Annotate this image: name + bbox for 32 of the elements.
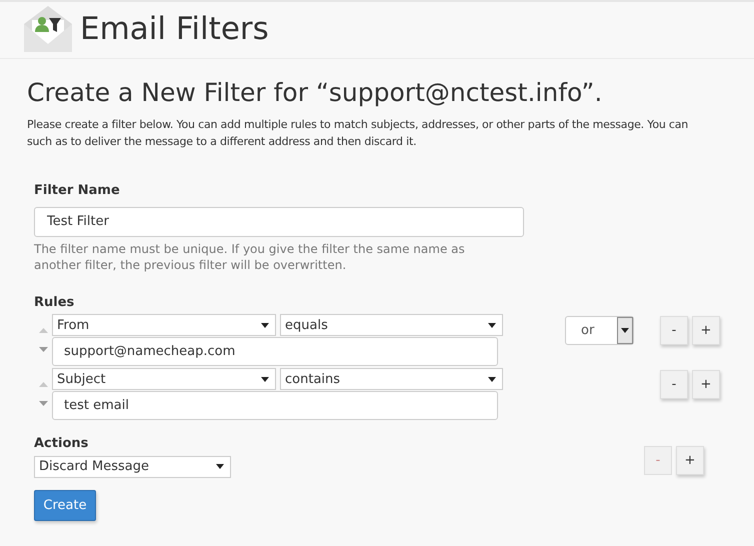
field-label: Rules xyxy=(34,294,74,312)
rule-value-field[interactable]: support@namecheap.com xyxy=(52,337,498,366)
help-text: The filter name must be unique. If you give the filter the same name as another filter, the previous filter will be overwritten. xyxy=(34,240,466,273)
field-label: Filter Name xyxy=(34,182,120,200)
add-action-button[interactable]: + xyxy=(676,446,704,475)
page-heading: Create a New Filter for “support@nctest.info”. xyxy=(27,77,604,108)
caret-icon xyxy=(621,328,629,334)
dropdown[interactable]: equals xyxy=(280,314,503,336)
page-title: Email Filters xyxy=(80,14,269,44)
filter-name-field[interactable]: Test Filter xyxy=(34,206,524,237)
caret-icon xyxy=(261,376,269,382)
caret-icon xyxy=(488,322,496,328)
dropdown[interactable]: Discard Message xyxy=(34,456,231,478)
caret-icon xyxy=(216,464,224,470)
caret-icon xyxy=(488,376,496,382)
envelope-filter-icon xyxy=(24,6,72,52)
create-button[interactable]: Create xyxy=(34,490,96,521)
add-rule-button[interactable]: + xyxy=(692,370,720,400)
add-rule-button[interactable]: + xyxy=(692,316,720,346)
dropdown[interactable]: Subject xyxy=(52,368,276,390)
dropdown[interactable]: contains xyxy=(280,368,503,390)
move-down-icon[interactable] xyxy=(38,347,48,352)
dropdown[interactable]: From xyxy=(52,314,276,336)
description-text: such as to deliver the message to a different address and then discard it. xyxy=(27,134,418,150)
move-down-icon[interactable] xyxy=(38,401,48,406)
description-text: Please create a filter below. You can add multiple rules to match subjects, addresses, or other parts of the message. You can xyxy=(27,117,690,134)
remove-rule-button[interactable]: - xyxy=(660,370,688,400)
caret-icon xyxy=(261,322,269,328)
remove-rule-button[interactable]: - xyxy=(660,316,688,346)
rule-value-field[interactable]: test email xyxy=(52,391,498,420)
connector-dropdown[interactable]: or xyxy=(565,316,634,346)
field-label: Actions xyxy=(34,435,88,454)
